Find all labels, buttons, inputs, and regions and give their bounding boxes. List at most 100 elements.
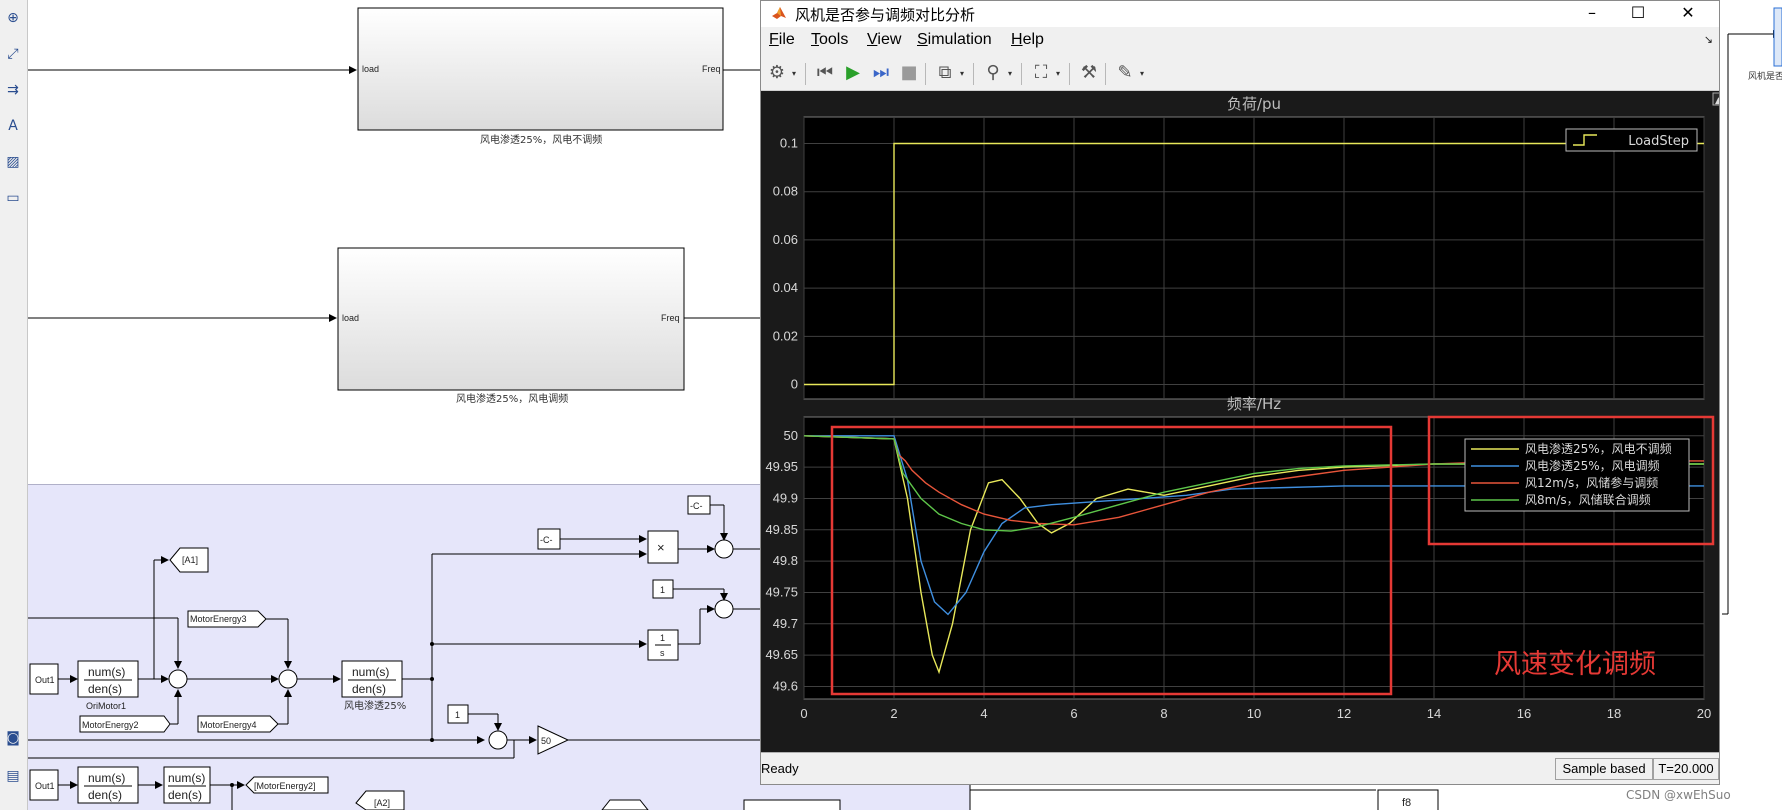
gain-label: 50: [541, 736, 551, 746]
sum-block-2[interactable]: [278, 669, 298, 689]
signal-dropdown[interactable]: ▾: [957, 69, 967, 79]
signal-icon[interactable]: ⧉: [933, 61, 957, 85]
scope-plots-svg: ▲00.020.040.060.080.1负荷/puLoadStep49.649…: [765, 92, 1719, 721]
scope-window[interactable]: 风机是否参与调频对比分析 – ☐ ✕ File Tools View Simul…: [760, 0, 1720, 785]
motor-energy3-label: MotorEnergy3: [190, 614, 247, 624]
product-symbol: ×: [657, 540, 665, 555]
const-one-1-label: 1: [660, 585, 665, 595]
goto-a2-label: [A2]: [374, 798, 390, 808]
x-tick-label: 18: [1607, 706, 1621, 721]
highlight-dropdown[interactable]: ▾: [1137, 69, 1147, 79]
tf3-den: den(s): [88, 788, 122, 802]
close-button[interactable]: ✕: [1665, 1, 1711, 27]
probe-icon[interactable]: ⚲: [981, 61, 1005, 85]
const-c-2-label: -C-: [690, 501, 703, 511]
y-tick-label: 49.6: [773, 678, 798, 693]
step-back-icon[interactable]: ⏮: [813, 61, 837, 85]
right-block-caption: 风机是否: [1748, 70, 1782, 82]
integrator-den: s: [660, 648, 665, 658]
legend-entry-loadstep: LoadStep: [1628, 134, 1689, 149]
title-bar[interactable]: 风机是否参与调频对比分析 – ☐ ✕: [761, 1, 1719, 27]
sum-block-5[interactable]: [488, 730, 508, 750]
gear-icon[interactable]: ⚙: [765, 61, 789, 85]
maximize-button[interactable]: ☐: [1615, 1, 1661, 27]
partial-block-bottom-2[interactable]: [743, 799, 841, 810]
partial-block-bottom[interactable]: [601, 799, 649, 810]
subsystem-block-freq-control[interactable]: [337, 247, 685, 391]
legend-entry-4: 风8m/s，风储联合调频: [1525, 492, 1651, 507]
goto-a1-label: [A1]: [182, 555, 198, 565]
toolbar-separator-2: [925, 63, 926, 85]
status-bar: Ready Sample based T=20.000: [761, 752, 1719, 784]
y-tick-label: 0.08: [773, 184, 798, 199]
sample-mode-indicator: Sample based: [1555, 758, 1653, 780]
sum-block-1[interactable]: [168, 669, 188, 689]
tf-wind25-caption: 风电渗透25%: [344, 699, 406, 712]
port-freq-2: Freq: [661, 313, 680, 323]
step-forward-icon[interactable]: ⏭: [869, 61, 893, 85]
y-tick-label: 49.75: [765, 584, 798, 599]
x-tick-label: 4: [980, 706, 987, 721]
y-tick-label: 0.06: [773, 232, 798, 247]
window-title: 风机是否参与调频对比分析: [795, 6, 976, 24]
sum-block-3[interactable]: [714, 539, 734, 559]
tf1-den: den(s): [88, 682, 122, 696]
zoom-fit-icon[interactable]: ⛶: [1029, 61, 1053, 85]
menu-tools[interactable]: Tools: [811, 31, 848, 49]
axes-title: 负荷/pu: [1227, 95, 1281, 113]
gear-dropdown[interactable]: ▾: [789, 69, 799, 79]
tf2-den: den(s): [352, 682, 386, 696]
run-icon[interactable]: ▶: [841, 61, 865, 85]
y-tick-label: 49.95: [765, 459, 798, 474]
sum-block-4[interactable]: [714, 599, 734, 619]
undock-arrow: ▲: [1715, 96, 1719, 106]
legend-entry-1: 风电渗透25%，风电不调频: [1525, 441, 1672, 456]
tf4-den: den(s): [168, 788, 202, 802]
tf1-num: num(s): [88, 665, 125, 679]
y-tick-label: 49.85: [765, 522, 798, 537]
goto-motor-energy2-label: [MotorEnergy2]: [254, 781, 316, 791]
x-tick-label: 8: [1160, 706, 1167, 721]
out1-label-2: Out1: [35, 781, 55, 791]
minimize-button[interactable]: –: [1569, 1, 1615, 27]
dock-arrow-icon[interactable]: ↘: [1704, 33, 1713, 46]
highlight-icon[interactable]: ✎: [1113, 61, 1137, 85]
legend-freq: 风电渗透25%，风电不调频风电渗透25%，风电调频风12m/s，风储参与调频风8…: [1464, 438, 1690, 512]
subsystem-block-no-freq-control[interactable]: [357, 7, 724, 131]
legend-entry-2: 风电渗透25%，风电调频: [1525, 458, 1660, 473]
x-tick-label: 10: [1247, 706, 1261, 721]
probe-dropdown[interactable]: ▾: [1005, 69, 1015, 79]
tf4-num: num(s): [168, 771, 205, 785]
menu-file[interactable]: File: [769, 31, 795, 49]
measure-icon[interactable]: ⚒: [1077, 61, 1101, 85]
port-load-2: load: [342, 313, 359, 323]
y-tick-label: 49.9: [773, 490, 798, 505]
stop-icon[interactable]: ■: [897, 61, 921, 85]
menu-help[interactable]: Help: [1011, 31, 1044, 49]
y-tick-label: 0.04: [773, 280, 798, 295]
y-tick-label: 0: [791, 377, 798, 392]
x-tick-label: 16: [1517, 706, 1531, 721]
orimotor-caption: OriMotor1: [86, 701, 126, 711]
tf2-num: num(s): [352, 665, 389, 679]
y-tick-label: 50: [784, 428, 798, 443]
axes-1: 0 0.02 0.04 0.06 0.08 0.1 负荷/pu LoadStep: [773, 95, 1705, 400]
zoom-dropdown[interactable]: ▾: [1053, 69, 1063, 79]
matlab-icon: [772, 7, 786, 19]
status-text: Ready: [761, 761, 799, 776]
simulation-time: T=20.000: [1653, 758, 1719, 780]
f8-label: f8: [1402, 797, 1411, 809]
menu-simulation[interactable]: Simulation: [917, 31, 992, 49]
axes-title: 频率/Hz: [1227, 395, 1281, 413]
x-tick-label: 2: [890, 706, 897, 721]
menu-view[interactable]: View: [867, 31, 901, 49]
y-tick-label: 0.02: [773, 328, 798, 343]
scope-block-right[interactable]: [1773, 7, 1782, 67]
toolbar-separator-1: [805, 63, 806, 85]
y-tick-label: 49.7: [773, 616, 798, 631]
y-tick-label: 49.65: [765, 647, 798, 662]
axes-2: 49.6 49.65 49.7 49.75 49.8 49.85 49.9 49.95 50 0 2…: [765, 395, 1715, 721]
legend-entry-3: 风12m/s，风储参与调频: [1525, 475, 1658, 490]
const-c-1-label: -C-: [540, 535, 553, 545]
x-tick-label: 6: [1070, 706, 1077, 721]
